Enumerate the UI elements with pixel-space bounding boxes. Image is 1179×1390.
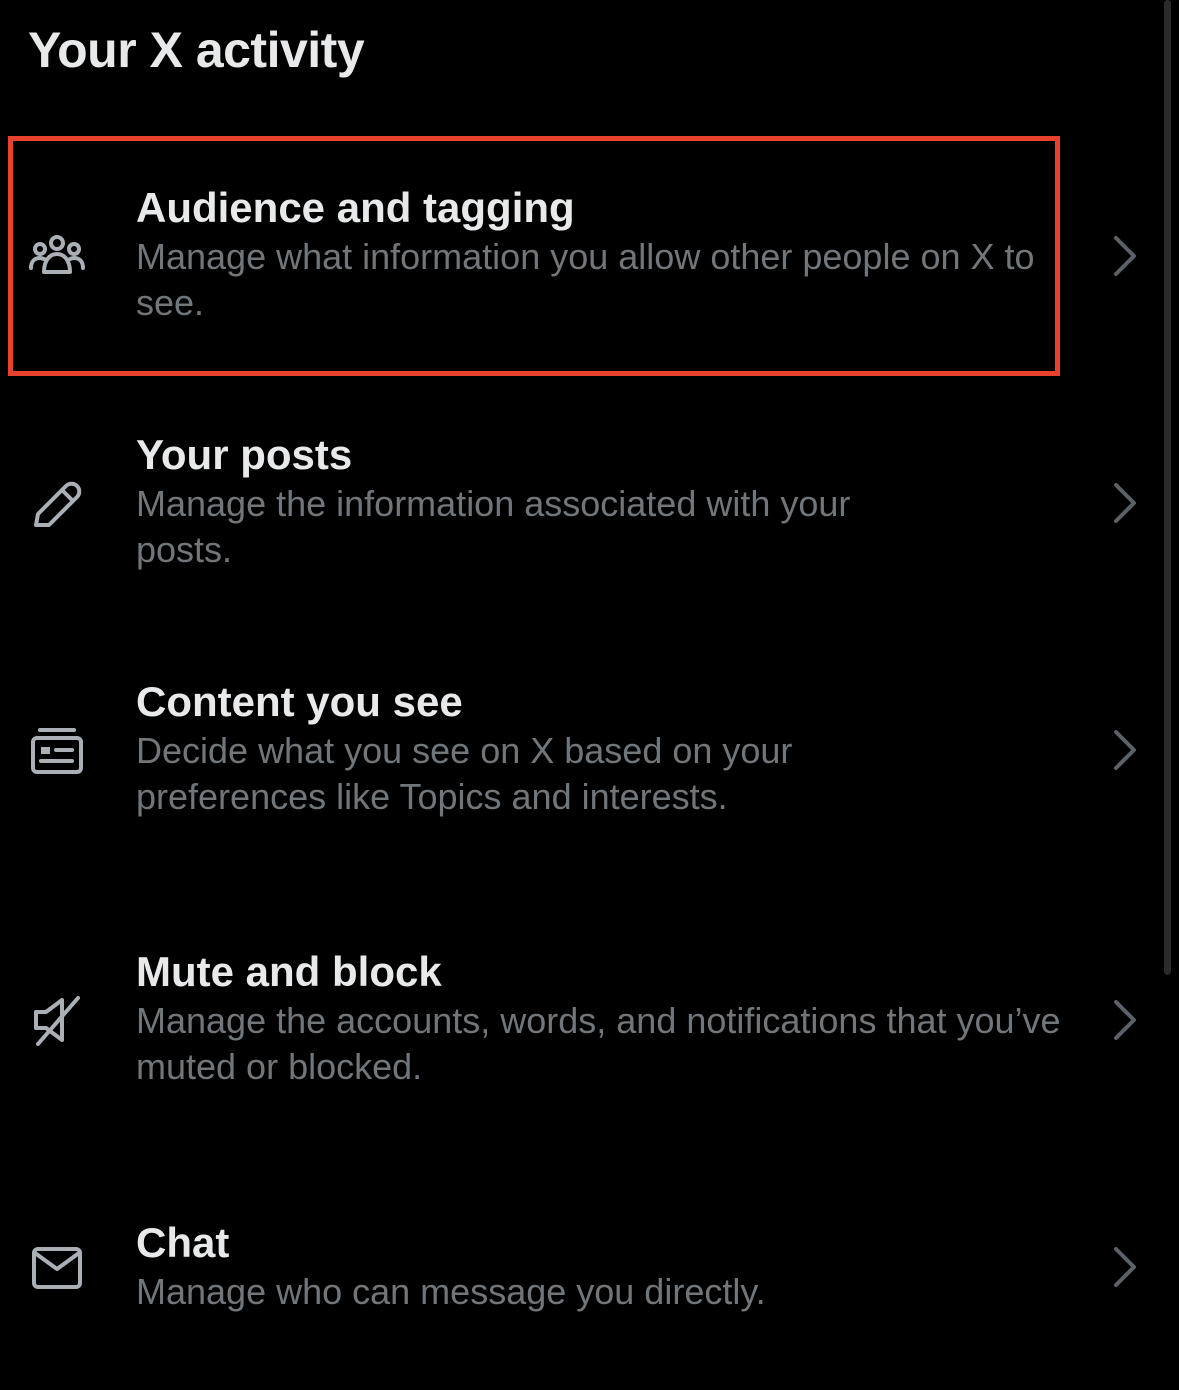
menu-item-text: Chat Manage who can message you directly… [136,1217,1071,1315]
chevron-right-icon [1108,726,1144,774]
menu-item-mute-and-block[interactable]: Mute and block Manage the accounts, word… [0,946,1160,1096]
menu-item-description: Manage the information associated with y… [136,483,851,570]
menu-item-your-posts[interactable]: Your posts Manage the information associ… [0,429,1160,579]
content-card-icon [28,722,86,780]
chevron-right-icon [1108,1243,1144,1291]
speaker-muted-icon [28,992,86,1050]
people-group-icon [28,230,86,288]
menu-item-title: Mute and block [136,948,442,995]
menu-item-title: Content you see [136,678,463,725]
menu-item-description: Manage what information you allow other … [136,236,1035,323]
menu-item-title: Chat [136,1219,230,1266]
menu-item-text: Content you see Decide what you see on X… [136,676,1071,820]
menu-item-text: Your posts Manage the information associ… [136,429,1071,573]
menu-item-title: Your posts [136,431,353,478]
chevron-right-icon [1108,232,1144,280]
menu-item-content-you-see[interactable]: Content you see Decide what you see on X… [0,676,1160,826]
chevron-right-icon [1108,996,1144,1044]
menu-item-chat[interactable]: Chat Manage who can message you directly… [0,1217,1160,1327]
menu-item-audience-and-tagging[interactable]: Audience and tagging Manage what informa… [0,182,1160,332]
envelope-icon [28,1239,86,1297]
scrollbar[interactable] [1164,0,1171,975]
menu-item-description: Manage who can message you directly. [136,1271,766,1312]
menu-item-description: Decide what you see on X based on your p… [136,730,793,817]
page-title: Your X activity [28,22,365,78]
menu-item-text: Mute and block Manage the accounts, word… [136,946,1071,1090]
menu-item-text: Audience and tagging Manage what informa… [136,182,1071,326]
menu-item-title: Audience and tagging [136,184,575,231]
pencil-icon [28,475,86,533]
menu-item-description: Manage the accounts, words, and notifica… [136,1000,1061,1087]
chevron-right-icon [1108,479,1144,527]
